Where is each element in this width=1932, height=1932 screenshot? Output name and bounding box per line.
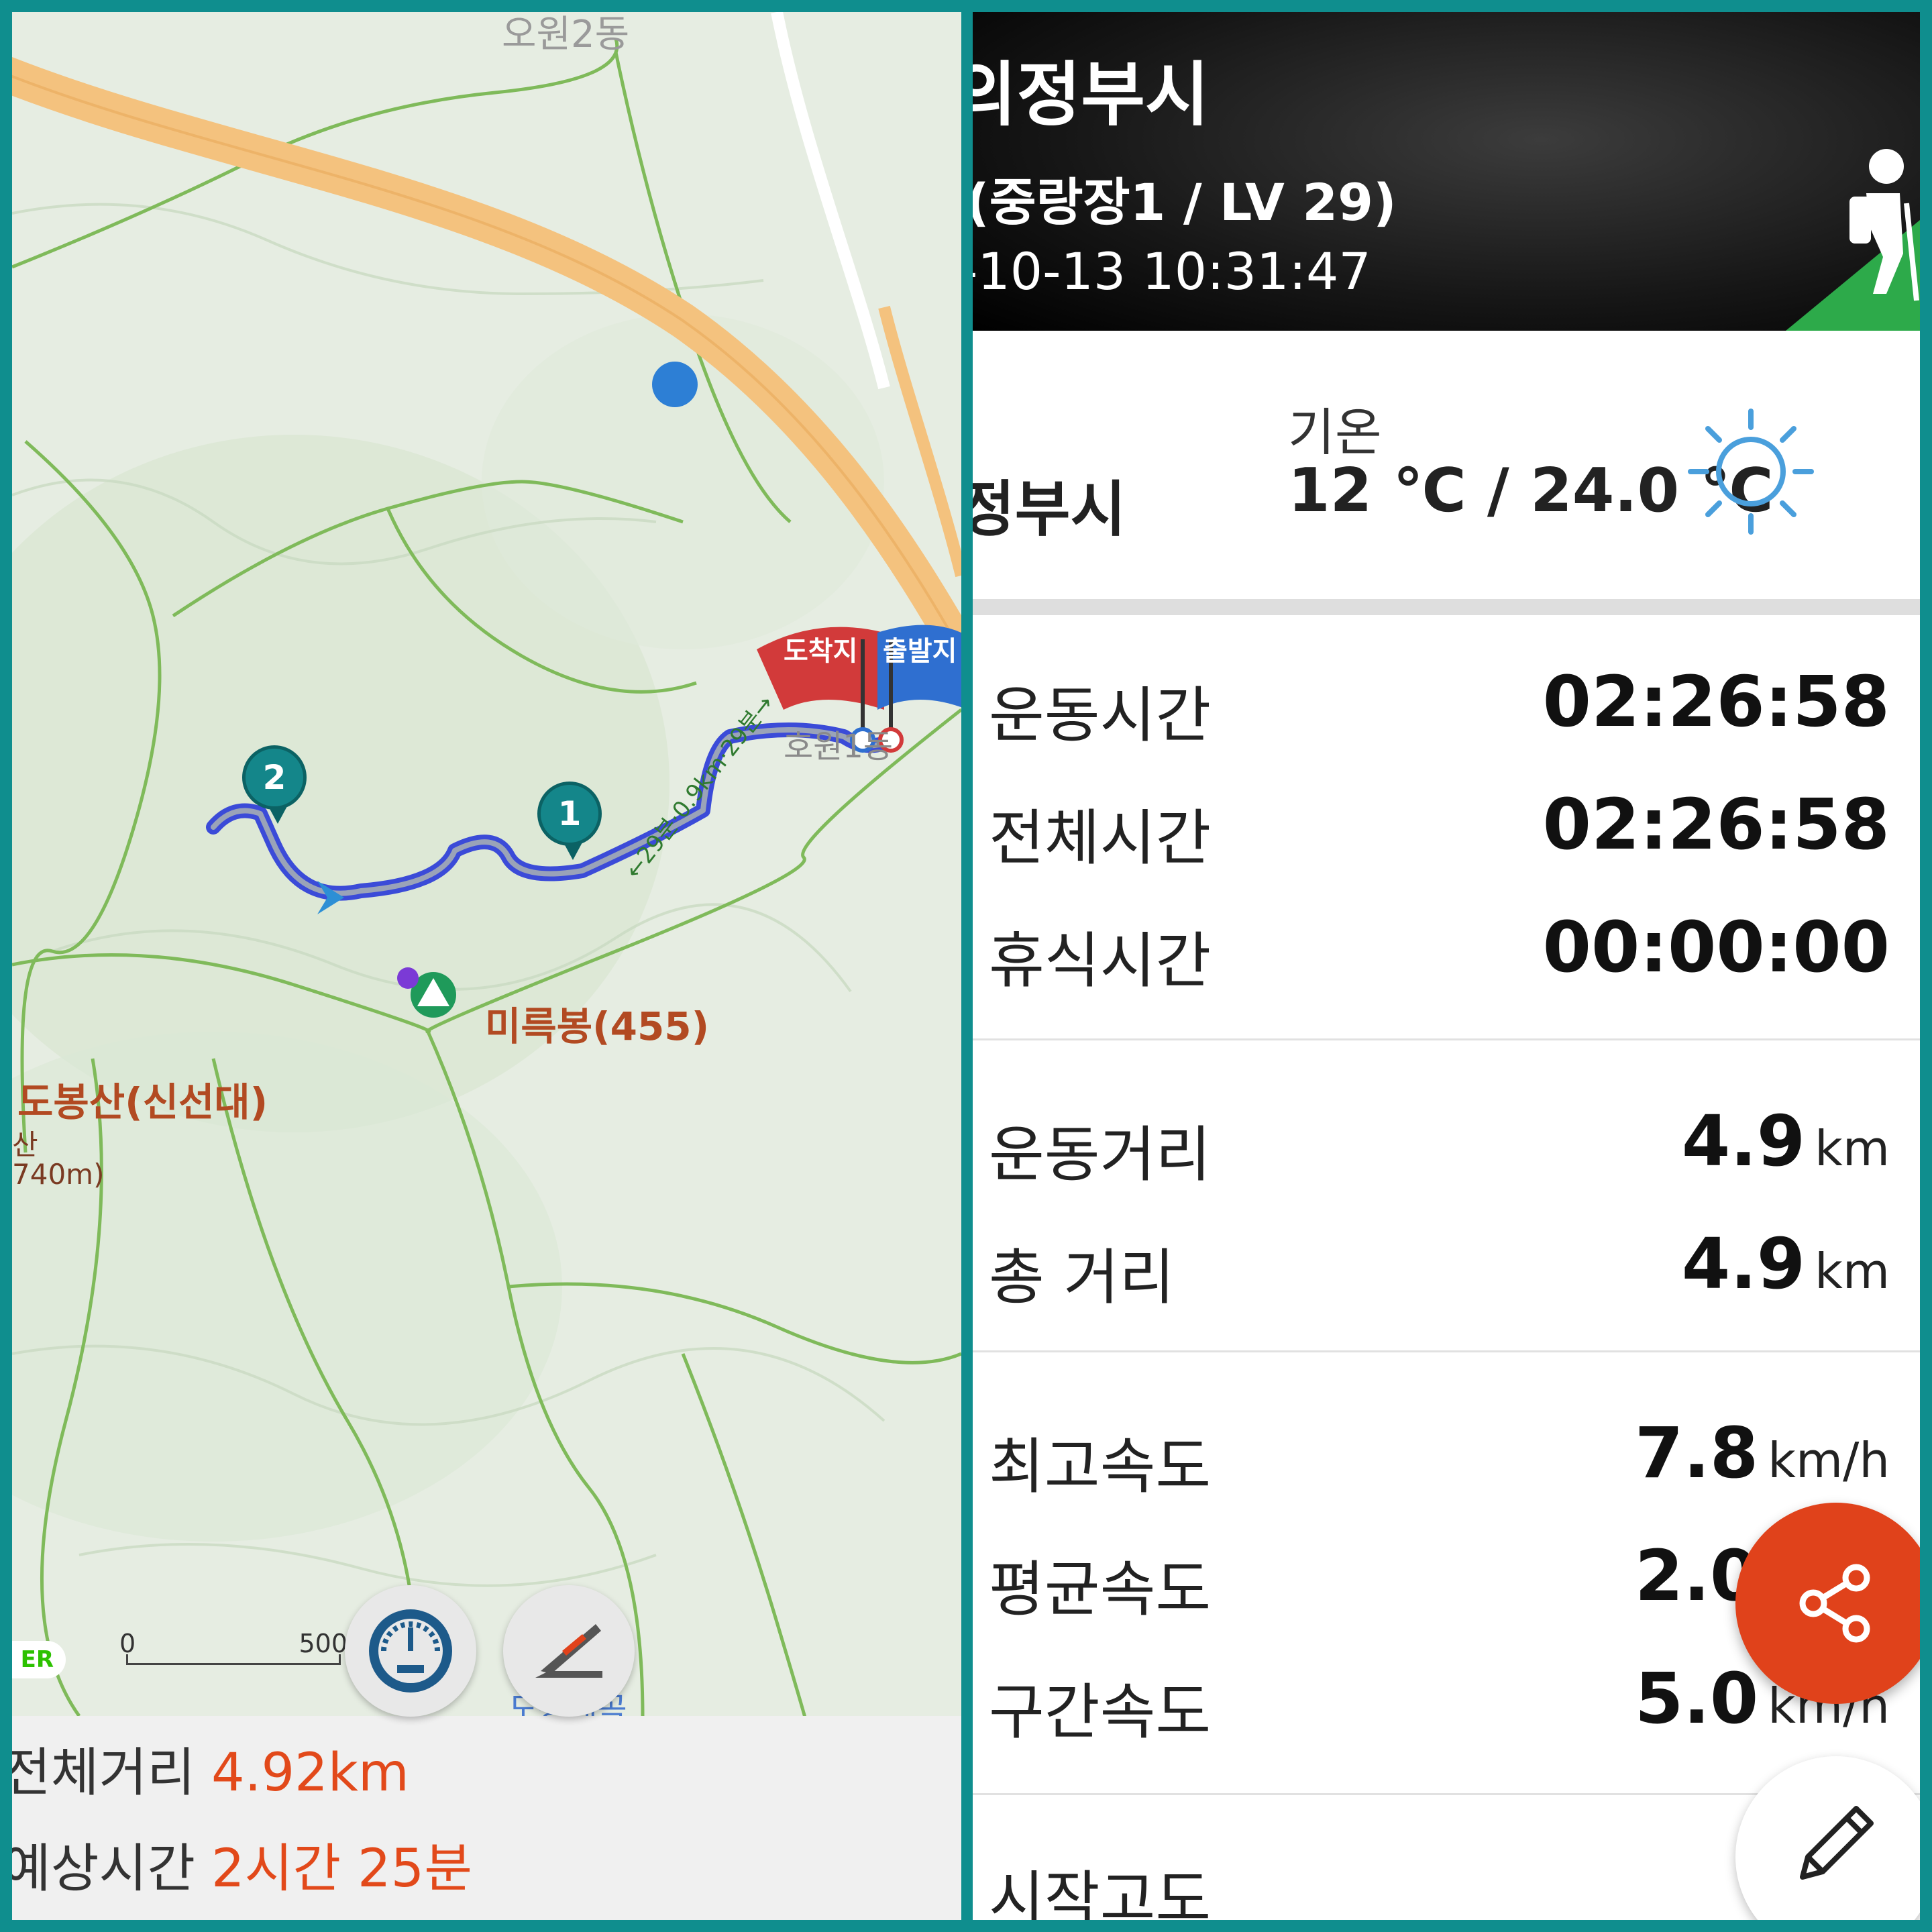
map-provider-logo: ER: [12, 1641, 66, 1678]
estimated-time-row: 예상시간 2시간 25분: [12, 1827, 472, 1902]
header-datetime: -10-13 10:31:47: [973, 241, 1371, 301]
total-distance-label: 전체거리: [12, 1743, 196, 1803]
stat-value: 4.9 km: [1682, 1223, 1890, 1305]
total-distance-value: 4.92km: [211, 1743, 409, 1803]
arrival-flag[interactable]: 도착지: [784, 629, 857, 668]
stat-label: 휴식시간: [989, 926, 1212, 996]
section-divider: [973, 1038, 1920, 1040]
edit-button[interactable]: [1735, 1756, 1920, 1920]
stat-label: 시작고도: [989, 1864, 1212, 1920]
share-icon: [1799, 1564, 1870, 1643]
stat-number: 5.0: [1635, 1658, 1759, 1739]
stat-label: 운동시간: [989, 680, 1212, 751]
weather-section: 정부시 기온 12 ℃ / 24.0 ℃: [973, 331, 1920, 599]
measure-icon: [535, 1624, 602, 1678]
peak-sub-label: 산: [12, 1128, 38, 1161]
stat-value: 00:00:00: [1542, 906, 1890, 988]
stat-number: 4.9: [1681, 1100, 1806, 1182]
route-map[interactable]: 오원2동 호원1동 미륵봉(455) 도봉산(신선대) 산 740m) 도봉계곡…: [12, 12, 961, 1728]
stat-label: 전체시간: [989, 803, 1212, 873]
map-scale-bar: 0 500: [119, 1629, 347, 1669]
stat-row-total-time: 전체시간 02:26:58: [973, 775, 1920, 876]
stat-value: 7.8 km/h: [1635, 1412, 1890, 1494]
stat-row-exercise-time: 운동시간 02:26:58: [973, 653, 1920, 753]
map-place-label: 오원2동: [502, 13, 630, 56]
header-city: 의정부시: [973, 54, 1210, 136]
section-divider: [973, 1350, 1920, 1352]
pencil-icon: [1800, 1806, 1874, 1880]
stat-unit: km: [1815, 1243, 1890, 1299]
peak-elevation-label: 740m): [12, 1158, 105, 1191]
waypoint-marker[interactable]: 1: [537, 782, 602, 860]
map-panel: 오원2동 호원1동 미륵봉(455) 도봉산(신선대) 산 740m) 도봉계곡…: [12, 12, 961, 1920]
stat-value: 02:26:58: [1542, 784, 1890, 865]
stat-row-exercise-distance: 운동거리 4.9 km: [973, 1092, 1920, 1193]
departure-flag[interactable]: 출발지: [883, 629, 957, 668]
stat-value: 4.9 km: [1682, 1100, 1890, 1182]
speedometer-button[interactable]: [345, 1585, 476, 1717]
stat-row-rest-time: 휴식시간 00:00:00: [973, 898, 1920, 999]
stat-label: 최고속도: [989, 1432, 1212, 1502]
map-canvas: [12, 12, 961, 1727]
peak-label: 미륵봉(455): [485, 1004, 710, 1049]
stat-row-total-distance: 총 거리 4.9 km: [973, 1215, 1920, 1316]
stat-row-max-speed: 최고속도 7.8 km/h: [973, 1404, 1920, 1505]
stat-number: 4.9: [1681, 1223, 1806, 1305]
estimated-time-label: 예상시간: [12, 1839, 196, 1899]
stats-panel: 의정부시 (중랑장1 / LV 29) -10-13 10:31:47 정부시 …: [973, 12, 1920, 1920]
speedometer-icon: [369, 1609, 452, 1693]
temperature-label: 기온: [1288, 402, 1382, 462]
stat-unit: km: [1815, 1120, 1890, 1177]
waypoint-marker[interactable]: 2: [242, 745, 307, 824]
stat-label: 평균속도: [989, 1554, 1212, 1625]
estimated-time-value: 2시간 25분: [211, 1839, 472, 1899]
stat-label: 구간속도: [989, 1677, 1212, 1748]
total-distance-row: 전체거리 4.92km: [12, 1731, 409, 1806]
route-summary: 전체거리 4.92km 예상시간 2시간 25분: [12, 1716, 961, 1920]
hiker-icon: [1786, 149, 1920, 331]
measure-button[interactable]: [503, 1585, 635, 1717]
stat-label: 운동거리: [989, 1120, 1212, 1190]
stat-label: 총 거리: [989, 1242, 1175, 1313]
activity-header: 의정부시 (중랑장1 / LV 29) -10-13 10:31:47: [973, 12, 1920, 331]
stat-unit: km/h: [1768, 1432, 1890, 1489]
stat-value: 02:26:58: [1542, 661, 1890, 743]
scale-line: [126, 1654, 341, 1665]
peak-label: 도봉산(신선대): [17, 1079, 268, 1125]
sun-icon: [1688, 409, 1814, 535]
weather-city: 정부시: [973, 474, 1126, 545]
section-separator: [973, 599, 1920, 615]
stat-number: 7.8: [1635, 1412, 1759, 1494]
header-user-level: (중랑장1 / LV 29): [973, 172, 1397, 232]
map-place-label: 호원1동: [784, 728, 894, 765]
